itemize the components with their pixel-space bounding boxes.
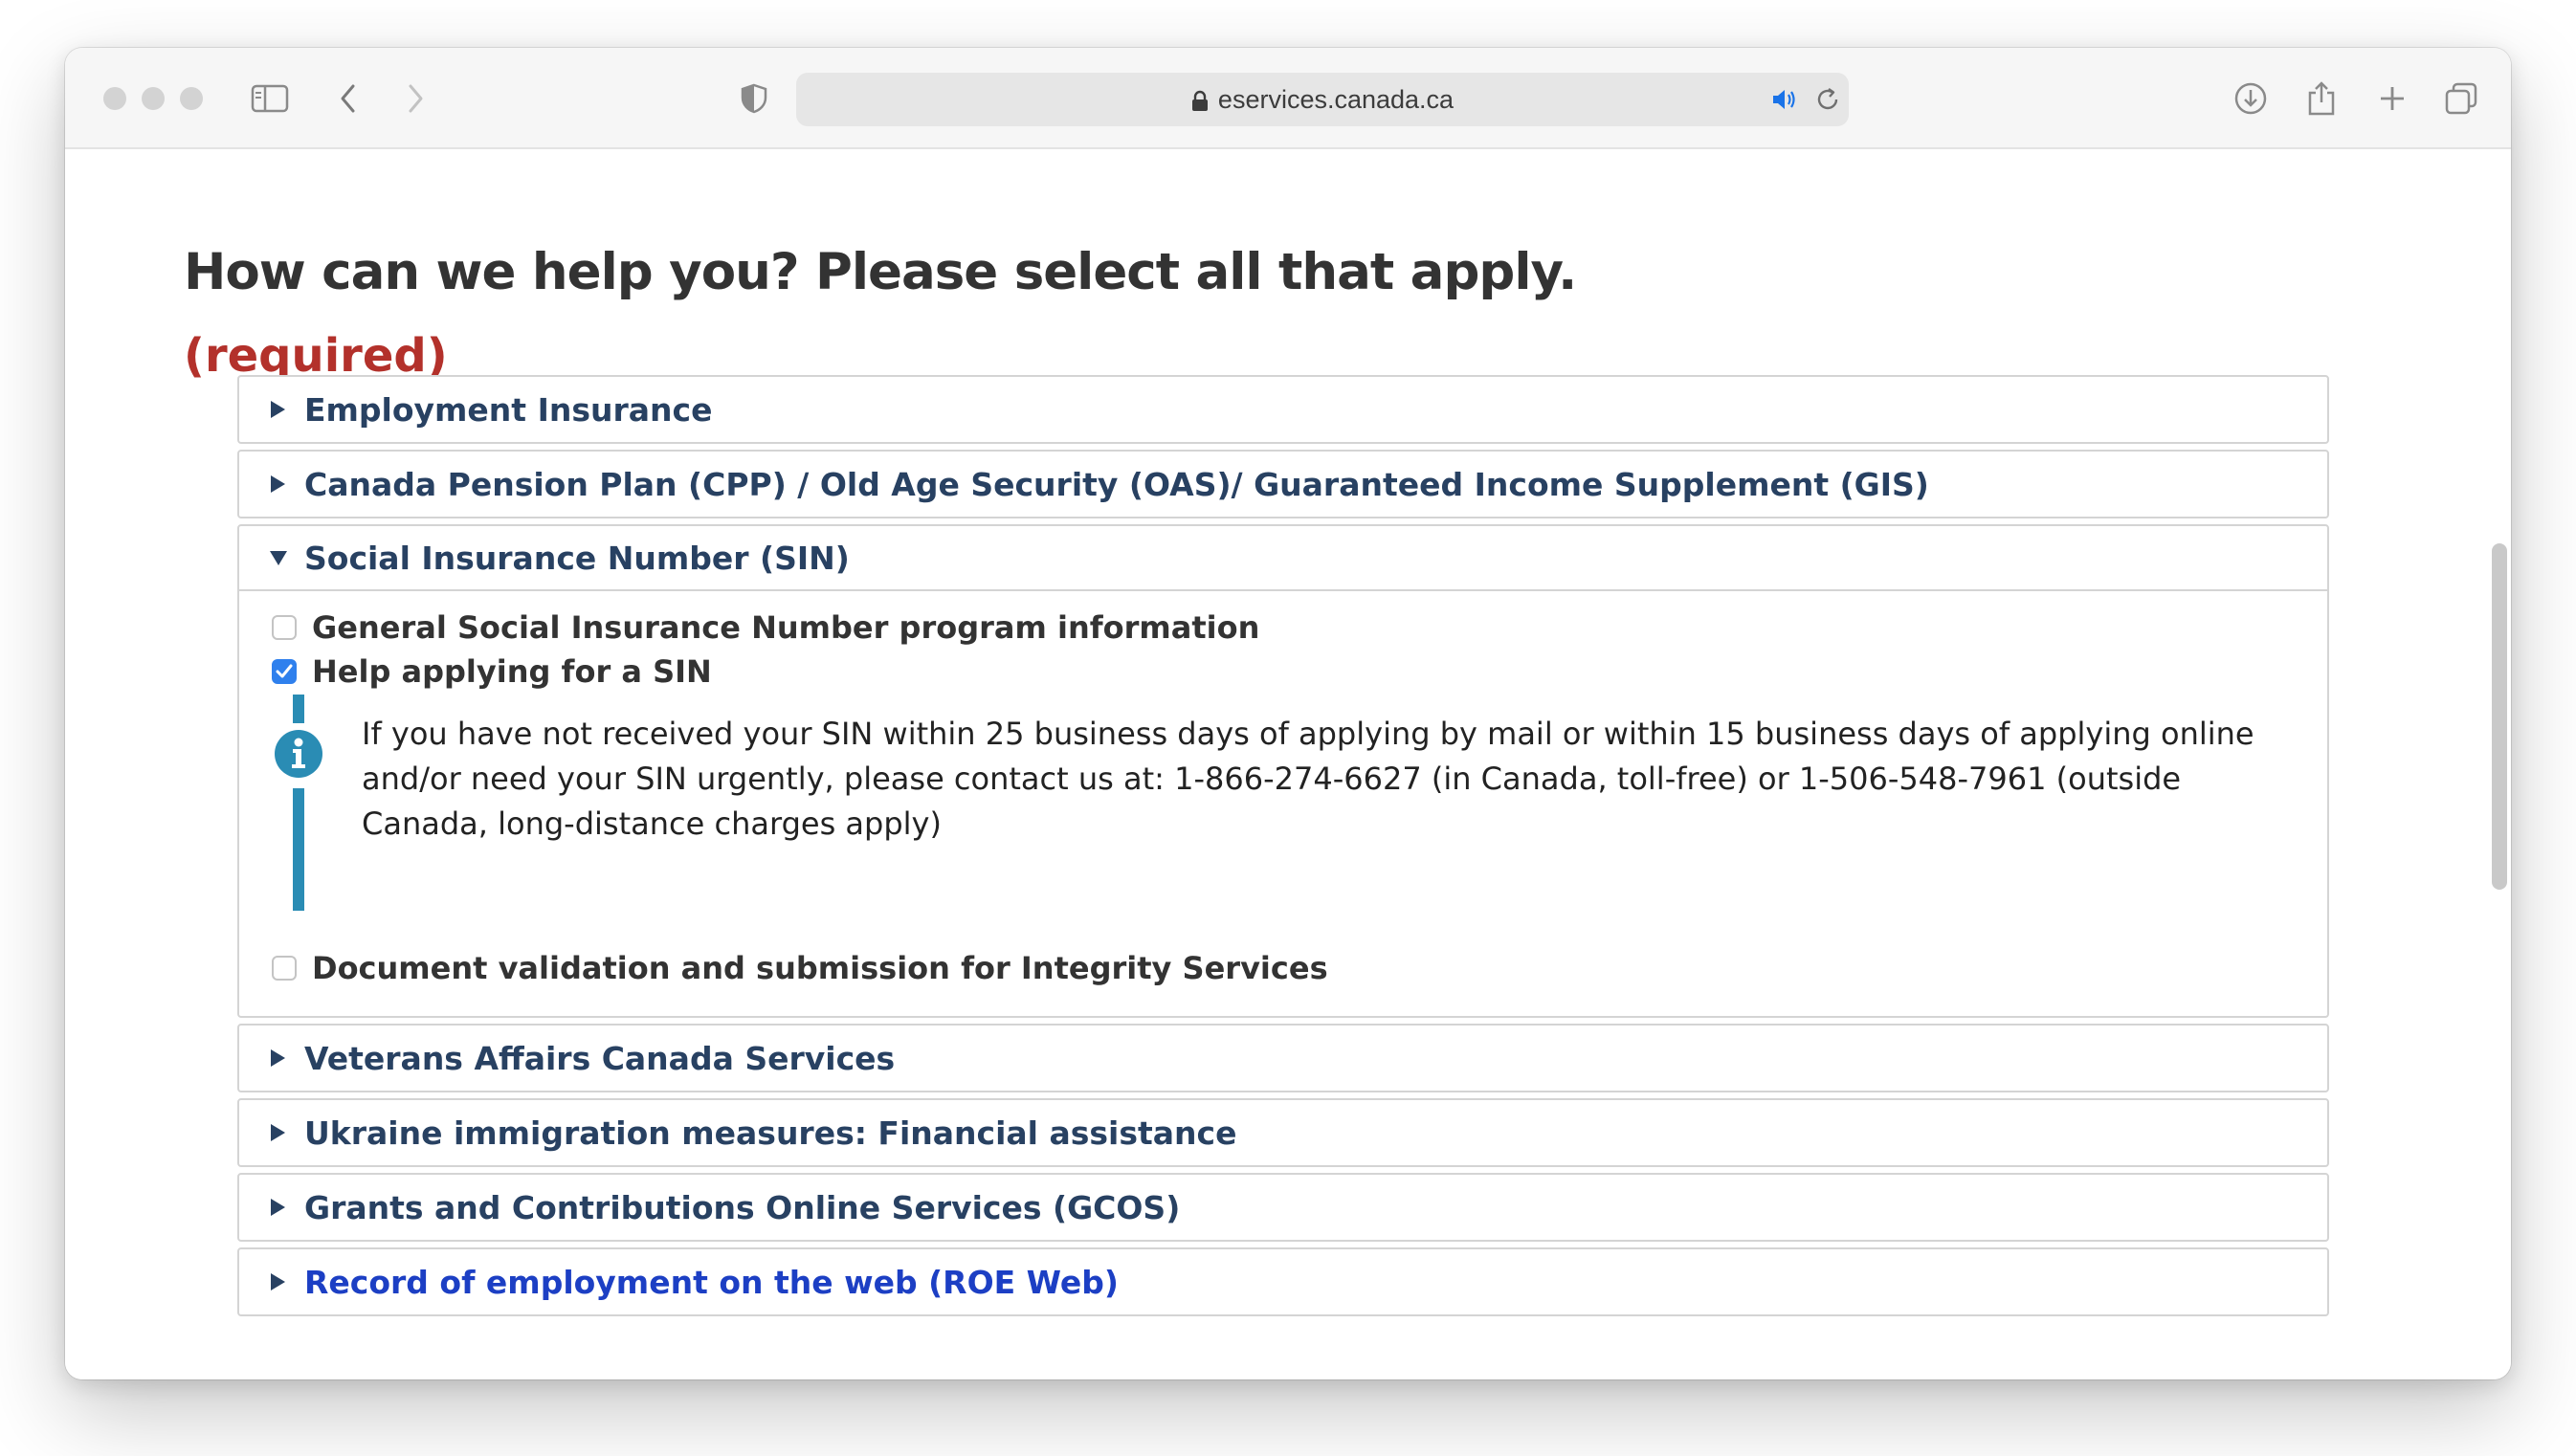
scrollbar-thumb[interactable] bbox=[2492, 543, 2507, 890]
speaker-icon[interactable] bbox=[1770, 86, 1799, 113]
close-window-button[interactable] bbox=[103, 87, 126, 110]
page-content: How can we help you? Please select all t… bbox=[65, 149, 2511, 1379]
browser-toolbar: eservices.canada.ca bbox=[65, 48, 2511, 149]
checkmark-icon bbox=[276, 664, 293, 678]
accordion-label: Canada Pension Plan (CPP) / Old Age Secu… bbox=[304, 465, 1929, 503]
accordion-label: Ukraine immigration measures: Financial … bbox=[304, 1114, 1237, 1152]
accordion-toggle[interactable]: Veterans Affairs Canada Services bbox=[239, 1026, 2327, 1091]
info-accent-bar bbox=[293, 695, 304, 723]
accordion-label: Grants and Contributions Online Services… bbox=[304, 1188, 1181, 1226]
zoom-window-button[interactable] bbox=[180, 87, 203, 110]
accordion-toggle[interactable]: Social Insurance Number (SIN) bbox=[239, 526, 2327, 591]
reload-icon[interactable] bbox=[1814, 86, 1841, 113]
accordion-toggle[interactable]: Canada Pension Plan (CPP) / Old Age Secu… bbox=[239, 452, 2327, 517]
download-icon[interactable] bbox=[2232, 79, 2270, 118]
triangle-right-icon bbox=[268, 1196, 291, 1219]
checkbox-checked[interactable] bbox=[272, 659, 297, 684]
tabs-icon[interactable] bbox=[2442, 79, 2480, 118]
accordion-toggle[interactable]: Grants and Contributions Online Services… bbox=[239, 1175, 2327, 1240]
info-accent-bar bbox=[293, 788, 304, 911]
option-document-validation[interactable]: Document validation and submission for I… bbox=[272, 947, 1328, 989]
accordion-toggle[interactable]: Employment Insurance bbox=[239, 377, 2327, 442]
triangle-right-icon bbox=[268, 473, 291, 496]
accordion-label: Employment Insurance bbox=[304, 390, 713, 429]
new-tab-icon[interactable] bbox=[2373, 79, 2411, 118]
triangle-down-icon bbox=[268, 546, 291, 569]
info-message: If you have not received your SIN within… bbox=[362, 716, 2254, 842]
share-icon[interactable] bbox=[2302, 79, 2341, 118]
option-general-sin-info[interactable]: General Social Insurance Number program … bbox=[272, 607, 1259, 649]
option-help-applying-sin[interactable]: Help applying for a SIN bbox=[272, 651, 712, 693]
accordion-toggle[interactable]: Ukraine immigration measures: Financial … bbox=[239, 1100, 2327, 1165]
accordion-roe-web: Record of employment on the web (ROE Web… bbox=[237, 1247, 2329, 1316]
accordion-label: Veterans Affairs Canada Services bbox=[304, 1039, 896, 1077]
accordion-label: Record of employment on the web (ROE Web… bbox=[304, 1263, 1119, 1301]
accordion-veterans-affairs: Veterans Affairs Canada Services bbox=[237, 1024, 2329, 1092]
option-label: General Social Insurance Number program … bbox=[312, 609, 1260, 646]
triangle-right-icon bbox=[268, 398, 291, 421]
accordion-ukraine-measures: Ukraine immigration measures: Financial … bbox=[237, 1098, 2329, 1167]
address-bar[interactable]: eservices.canada.ca bbox=[796, 73, 1849, 126]
accordion-gcos: Grants and Contributions Online Services… bbox=[237, 1173, 2329, 1242]
minimize-window-button[interactable] bbox=[142, 87, 165, 110]
back-icon[interactable] bbox=[329, 79, 367, 118]
triangle-right-icon bbox=[268, 1121, 291, 1144]
checkbox[interactable] bbox=[272, 615, 297, 640]
triangle-right-icon bbox=[268, 1270, 291, 1293]
browser-window: eservices.canada.ca How can we help you?… bbox=[65, 48, 2511, 1379]
lock-icon bbox=[1191, 76, 1209, 111]
option-label: Document validation and submission for I… bbox=[312, 950, 1328, 986]
accordion-sin: Social Insurance Number (SIN) General So… bbox=[237, 524, 2329, 1018]
triangle-right-icon bbox=[268, 1047, 291, 1070]
sidebar-icon[interactable] bbox=[251, 79, 289, 118]
url-text: eservices.canada.ca bbox=[1217, 85, 1455, 114]
checkbox[interactable] bbox=[272, 956, 297, 981]
accordion-toggle[interactable]: Record of employment on the web (ROE Web… bbox=[239, 1249, 2327, 1314]
accordion-employment-insurance: Employment Insurance bbox=[237, 375, 2329, 444]
accordion-cpp-oas-gis: Canada Pension Plan (CPP) / Old Age Secu… bbox=[237, 450, 2329, 518]
forward-icon[interactable] bbox=[396, 79, 434, 118]
option-label: Help applying for a SIN bbox=[312, 653, 712, 690]
page-title: How can we help you? Please select all t… bbox=[184, 243, 1577, 301]
accordion-label: Social Insurance Number (SIN) bbox=[304, 539, 850, 577]
shield-icon[interactable] bbox=[735, 79, 773, 118]
info-icon bbox=[274, 729, 323, 779]
